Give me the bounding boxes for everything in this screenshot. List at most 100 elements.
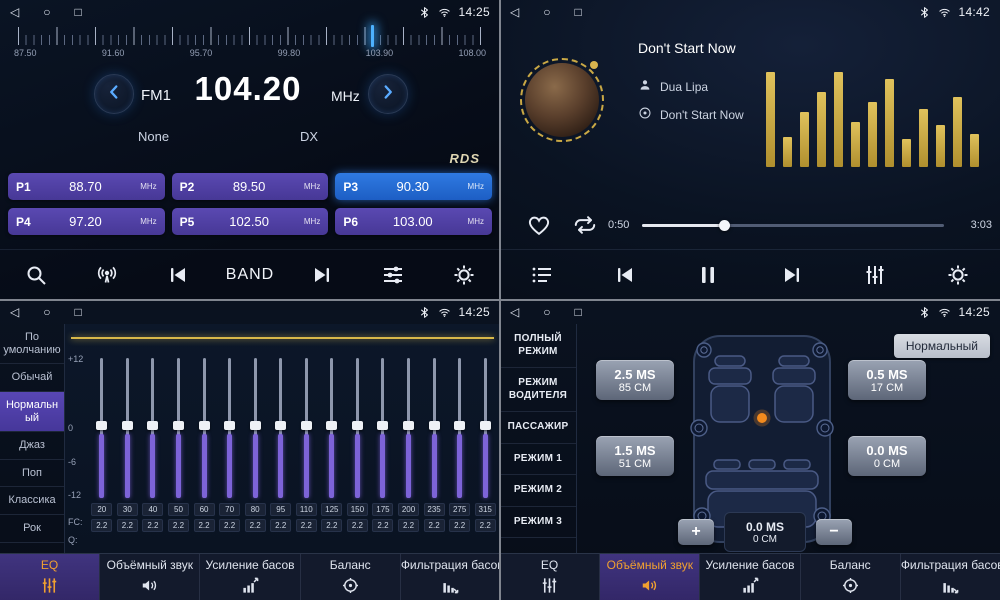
eq-sliders-icon[interactable]	[852, 255, 898, 295]
eq-band-slider[interactable]: 95 2.2	[268, 358, 294, 550]
prev-track-icon[interactable]	[602, 255, 648, 295]
eq-band-slider[interactable]: 235 2.2	[421, 358, 447, 550]
slider-handle[interactable]	[403, 421, 414, 430]
slider-handle[interactable]	[454, 421, 465, 430]
slider-handle[interactable]	[326, 421, 337, 430]
recents-icon[interactable]	[574, 6, 581, 18]
listening-mode-item[interactable]: РЕЖИМ 3	[500, 507, 576, 539]
delay-plus-button[interactable]: +	[678, 519, 714, 545]
eq-band-slider[interactable]: 80 2.2	[242, 358, 268, 550]
slider-handle[interactable]	[147, 421, 158, 430]
delay-chip-rear-left[interactable]: 1.5 MS 51 CM	[596, 436, 674, 476]
band-button[interactable]: BAND	[226, 266, 274, 284]
eq-preset-item[interactable]: Поп	[0, 460, 64, 488]
delay-chip-front-right[interactable]: 0.5 MS 17 CM	[848, 360, 926, 400]
tab-bass-boost[interactable]: Усиление басов	[200, 554, 300, 600]
home-icon[interactable]	[43, 6, 50, 18]
recents-icon[interactable]	[74, 306, 81, 318]
slider-handle[interactable]	[199, 421, 210, 430]
eq-band-slider[interactable]: 50 2.2	[166, 358, 192, 550]
eq-band-slider[interactable]: 150 2.2	[345, 358, 371, 550]
eq-preset-item[interactable]: Классика	[0, 487, 64, 515]
next-track-icon[interactable]	[769, 255, 815, 295]
tab-surround[interactable]: Объёмный звук	[600, 554, 700, 600]
tab-balance[interactable]: Баланс	[801, 554, 901, 600]
tab-eq[interactable]: EQ	[0, 554, 100, 600]
favorite-heart-icon[interactable]	[526, 212, 552, 238]
delay-chip-front-left[interactable]: 2.5 MS 85 CM	[596, 360, 674, 400]
delay-minus-button[interactable]: −	[816, 519, 852, 545]
repeat-icon[interactable]	[572, 212, 598, 238]
delay-chip-rear-right[interactable]: 0.0 MS 0 CM	[848, 436, 926, 476]
slider-handle[interactable]	[122, 421, 133, 430]
home-icon[interactable]	[543, 306, 550, 318]
eq-preset-item[interactable]: Джаз	[0, 432, 64, 460]
eq-preset-item[interactable]: По умолчанию	[0, 324, 64, 364]
progress-knob[interactable]	[719, 220, 730, 231]
back-icon[interactable]	[510, 6, 519, 18]
eq-preset-item[interactable]: Рок	[0, 515, 64, 543]
slider-handle[interactable]	[250, 421, 261, 430]
eq-band-slider[interactable]: 70 2.2	[217, 358, 243, 550]
back-icon[interactable]	[10, 6, 19, 18]
slider-handle[interactable]	[301, 421, 312, 430]
filter-sliders-icon[interactable]	[370, 255, 416, 295]
tab-surround[interactable]: Объёмный звук	[100, 554, 200, 600]
back-icon[interactable]	[510, 306, 519, 318]
slider-handle[interactable]	[480, 421, 491, 430]
preset-button[interactable]: P3 90.30 MHz	[335, 173, 492, 200]
listening-mode-item[interactable]: РЕЖИМ 2	[500, 475, 576, 507]
eq-band-slider[interactable]: 60 2.2	[191, 358, 217, 550]
recents-icon[interactable]	[574, 306, 581, 318]
preset-button[interactable]: P6 103.00 MHz	[335, 208, 492, 235]
slider-handle[interactable]	[352, 421, 363, 430]
eq-band-slider[interactable]: 175 2.2	[370, 358, 396, 550]
next-track-icon[interactable]	[299, 255, 345, 295]
slider-handle[interactable]	[377, 421, 388, 430]
tab-subwoofer-filter[interactable]: Фильтрация басов	[901, 554, 1000, 600]
pause-icon[interactable]	[685, 255, 731, 295]
tab-eq[interactable]: EQ	[500, 554, 600, 600]
listening-mode-item[interactable]: РЕЖИМ ВОДИТЕЛЯ	[500, 368, 576, 412]
eq-band-slider[interactable]: 40 2.2	[140, 358, 166, 550]
settings-gear-icon[interactable]	[935, 255, 981, 295]
preset-button[interactable]: P4 97.20 MHz	[8, 208, 165, 235]
slider-handle[interactable]	[275, 421, 286, 430]
tab-bass-boost[interactable]: Усиление басов	[700, 554, 800, 600]
tab-balance[interactable]: Баланс	[301, 554, 401, 600]
eq-band-slider[interactable]: 125 2.2	[319, 358, 345, 550]
eq-band-slider[interactable]: 200 2.2	[396, 358, 422, 550]
prev-track-icon[interactable]	[155, 255, 201, 295]
tune-up-button[interactable]	[368, 74, 408, 114]
settings-gear-icon[interactable]	[441, 255, 487, 295]
slider-handle[interactable]	[224, 421, 235, 430]
eq-band-slider[interactable]: 30 2.2	[115, 358, 141, 550]
search-icon[interactable]	[13, 255, 59, 295]
slider-handle[interactable]	[173, 421, 184, 430]
eq-preset-item[interactable]: Обычай	[0, 364, 64, 392]
eq-band-slider[interactable]: 110 2.2	[294, 358, 320, 550]
listening-mode-item[interactable]: ПОЛНЫЙ РЕЖИМ	[500, 324, 576, 368]
slider-handle[interactable]	[429, 421, 440, 430]
surround-preset-chip[interactable]: Нормальный	[894, 334, 990, 358]
frequency-ruler[interactable]	[18, 27, 482, 45]
eq-preset-item[interactable]: Нормальный	[0, 392, 64, 432]
home-icon[interactable]	[43, 306, 50, 318]
eq-band-slider[interactable]: 20 2.2	[89, 358, 115, 550]
listening-mode-item[interactable]: РЕЖИМ 1	[500, 444, 576, 476]
preset-button[interactable]: P2 89.50 MHz	[172, 173, 329, 200]
playlist-icon[interactable]	[519, 255, 565, 295]
preset-button[interactable]: P1 88.70 MHz	[8, 173, 165, 200]
broadcast-icon[interactable]	[84, 255, 130, 295]
tune-down-button[interactable]	[94, 74, 134, 114]
listening-mode-item[interactable]: ПАССАЖИР	[500, 412, 576, 444]
home-icon[interactable]	[543, 6, 550, 18]
eq-band-slider[interactable]: 315 2.2	[472, 358, 498, 550]
progress-bar[interactable]	[642, 224, 944, 227]
preset-button[interactable]: P5 102.50 MHz	[172, 208, 329, 235]
slider-handle[interactable]	[96, 421, 107, 430]
eq-band-slider[interactable]: 275 2.2	[447, 358, 473, 550]
tab-subwoofer-filter[interactable]: Фильтрация басов	[401, 554, 500, 600]
recents-icon[interactable]	[74, 6, 81, 18]
back-icon[interactable]	[10, 306, 19, 318]
